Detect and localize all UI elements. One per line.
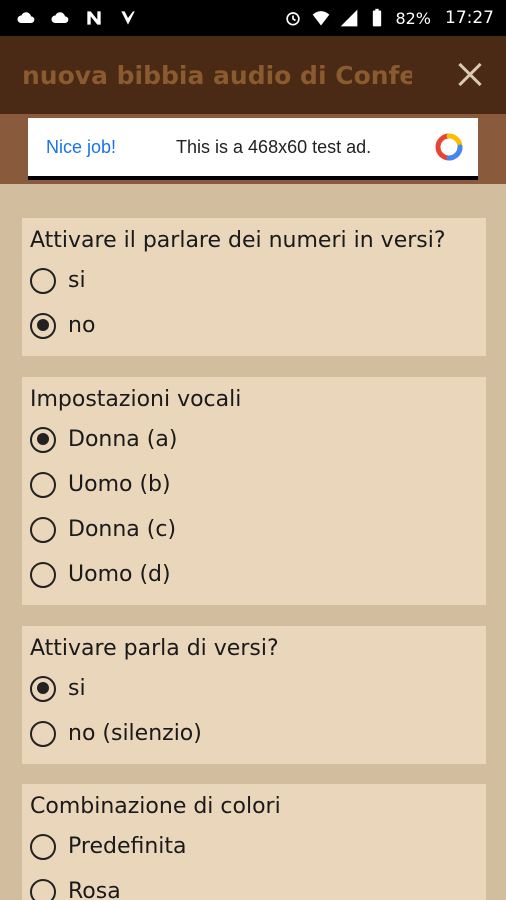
- radio-option[interactable]: Donna (c): [30, 507, 478, 552]
- radio-button[interactable]: [30, 720, 56, 747]
- radio-label: si: [68, 268, 86, 293]
- setting-card-number-speech: Attivare il parlare dei numeri in versi?…: [22, 218, 486, 356]
- clock: 17:27: [445, 8, 494, 28]
- radio-option[interactable]: Predefinita: [30, 824, 478, 869]
- radio-button[interactable]: [30, 471, 56, 498]
- setting-title: Impostazioni vocali: [30, 387, 242, 412]
- n-icon: [87, 11, 101, 25]
- radio-label: Predefinita: [68, 834, 187, 859]
- radio-option[interactable]: no: [30, 303, 478, 348]
- ad-banner-area: Nice job! This is a 468x60 test ad.: [0, 114, 506, 184]
- setting-title: Attivare parla di versi?: [30, 636, 279, 661]
- radio-option[interactable]: si: [30, 258, 478, 303]
- radio-option[interactable]: Donna (a): [30, 417, 478, 462]
- radio-button-selected[interactable]: [30, 426, 56, 453]
- radio-option[interactable]: Uomo (b): [30, 462, 478, 507]
- setting-title: Combinazione di colori: [30, 794, 281, 819]
- setting-title: Attivare il parlare dei numeri in versi?: [30, 228, 446, 253]
- radio-label: Uomo (d): [68, 562, 171, 587]
- page-title: nuova bibbia audio di Confer...: [22, 60, 412, 90]
- check-icon: [121, 11, 135, 25]
- radio-option[interactable]: Uomo (d): [30, 552, 478, 597]
- setting-card-verse-speech: Attivare parla di versi? si no (silenzio…: [22, 626, 486, 764]
- radio-button-selected[interactable]: [30, 675, 56, 702]
- status-bar: 82% 17:27: [0, 0, 506, 36]
- radio-button[interactable]: [30, 561, 56, 588]
- ad-logo-icon: [435, 133, 463, 161]
- radio-button[interactable]: [30, 267, 56, 294]
- battery-percent: 82%: [395, 8, 431, 28]
- notification-icons: [16, 8, 138, 28]
- radio-label: no: [68, 313, 96, 338]
- radio-label: Rosa: [68, 879, 121, 900]
- ad-nice-job: Nice job!: [46, 136, 117, 157]
- test-ad[interactable]: Nice job! This is a 468x60 test ad.: [28, 118, 478, 180]
- app-bar: nuova bibbia audio di Confer...: [0, 36, 506, 114]
- cloud-icon: [51, 12, 69, 23]
- cloud-icon: [17, 12, 35, 23]
- radio-button[interactable]: [30, 516, 56, 543]
- radio-label: Uomo (b): [68, 472, 171, 497]
- radio-button[interactable]: [30, 878, 56, 900]
- radio-option[interactable]: si: [30, 666, 478, 711]
- radio-option[interactable]: no (silenzio): [30, 711, 478, 756]
- system-icons: 82% 17:27: [283, 8, 494, 28]
- radio-button-selected[interactable]: [30, 312, 56, 339]
- radio-label: Donna (a): [68, 427, 178, 452]
- alarm-icon: [286, 12, 301, 26]
- radio-label: si: [68, 676, 86, 701]
- setting-card-voice: Impostazioni vocali Donna (a) Uomo (b) D…: [22, 377, 486, 605]
- radio-option[interactable]: Rosa: [30, 869, 478, 900]
- close-icon[interactable]: [452, 57, 488, 93]
- battery-icon: [373, 8, 382, 27]
- ad-text: This is a 468x60 test ad.: [176, 136, 372, 157]
- signal-icon: [341, 9, 358, 27]
- radio-label: Donna (c): [68, 517, 177, 542]
- radio-label: no (silenzio): [68, 721, 202, 746]
- radio-button[interactable]: [30, 833, 56, 860]
- wifi-icon: [313, 11, 330, 26]
- setting-card-color-scheme: Combinazione di colori Predefinita Rosa: [22, 784, 486, 900]
